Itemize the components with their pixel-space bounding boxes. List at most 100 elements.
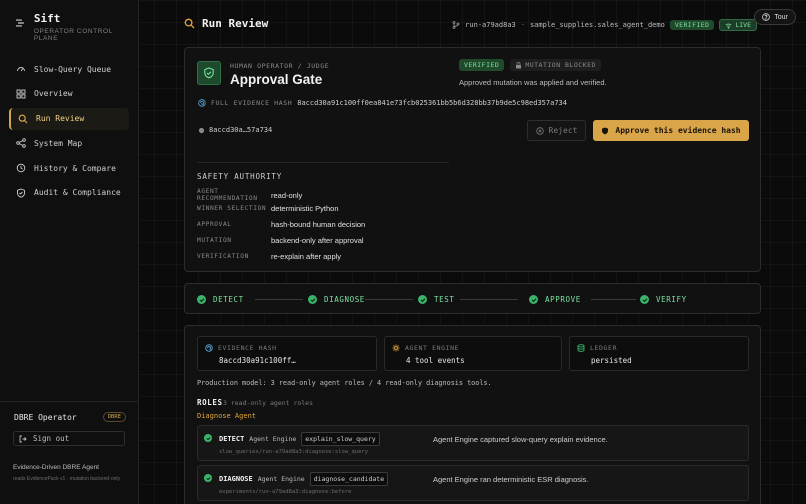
network-icon — [16, 138, 26, 149]
sidebar-nav: Slow-Query Queue Overview Run Review Sys… — [9, 58, 129, 207]
safety-key: AGENT RECOMMENDATION — [197, 188, 258, 202]
stage-label: APPROVE — [545, 295, 581, 304]
safety-authority-title: SAFETY AUTHORITY — [197, 172, 283, 181]
fingerprint-icon — [205, 344, 213, 352]
safety-row-winner-selection: WINNER SELECTION deterministic Python — [197, 204, 339, 213]
hash-dot-icon — [198, 127, 205, 133]
safety-value: deterministic Python — [271, 204, 339, 213]
agent-name: Diagnose Agent — [197, 412, 257, 420]
live-label: LIVE — [735, 21, 751, 29]
safety-value: backend-only after approval — [271, 236, 364, 245]
gate-eyebrow: HUMAN OPERATOR / JUDGE — [230, 62, 330, 70]
tour-label: Tour — [774, 13, 788, 21]
role-path: slow_queries/run-a79ad8a3:diagnose:slow_… — [219, 449, 369, 455]
check-circle-icon — [204, 434, 212, 442]
shield-icon — [17, 188, 25, 198]
safety-value: hash-bound human decision — [271, 220, 366, 229]
safety-value: re-explain after apply — [271, 252, 342, 261]
sidebar-item-label: Audit & Compliance — [34, 188, 121, 198]
agent-engine-card: AGENT ENGINE 4 tool events — [384, 336, 562, 371]
roles-subtitle: 3 read-only agent roles — [223, 399, 314, 407]
brand: Sift OPERATOR CONTROL PLANE — [14, 12, 138, 42]
verified-status-badge: VERIFIED — [459, 59, 505, 71]
sidebar-footer: DBRE Operator DBRE Sign out Evidence-Dri… — [0, 401, 139, 482]
lock-icon — [516, 61, 522, 68]
approve-button[interactable]: Approve this evidence hash — [593, 120, 749, 141]
safety-row-approval: APPROVAL hash-bound human decision — [197, 220, 365, 229]
role-description: Agent Engine captured slow-query explain… — [433, 435, 608, 444]
sift-logo-icon — [15, 19, 24, 27]
safety-row-verification: VERIFICATION re-explain after apply — [197, 252, 341, 261]
gauge-icon — [17, 67, 25, 72]
safety-key: VERIFICATION — [197, 253, 249, 260]
safety-key: WINNER SELECTION — [197, 205, 267, 212]
role-row-detect[interactable]: DETECT Agent Engine explain_slow_query s… — [197, 425, 749, 461]
agent-engine-label-row: AGENT ENGINE — [392, 344, 459, 352]
stage-connector — [255, 299, 303, 300]
sign-out-label: Sign out — [33, 434, 70, 443]
stage-verify[interactable]: VERIFY — [640, 284, 687, 315]
operator-role-badge: DBRE — [102, 412, 126, 422]
stage-test[interactable]: TEST — [418, 284, 454, 315]
stage-label: DIAGNOSE — [324, 295, 365, 304]
role-row-diagnose[interactable]: DIAGNOSE Agent Engine diagnose_candidate… — [197, 465, 749, 501]
check-circle-icon — [308, 295, 317, 304]
sidebar-item-slow-query-queue[interactable]: Slow-Query Queue — [9, 58, 129, 80]
shield-icon — [602, 127, 609, 134]
brand-name: Sift — [33, 12, 61, 25]
page-header: Run Review — [184, 17, 268, 30]
role-description: Agent Engine ran deterministic ESR diagn… — [433, 475, 589, 484]
ledger-label-row: LEDGER — [577, 344, 617, 352]
engine-icon — [392, 344, 400, 352]
sidebar-item-audit-compliance[interactable]: Audit & Compliance — [9, 182, 129, 204]
card-value: persisted — [591, 356, 632, 365]
check-circle-icon — [197, 295, 206, 304]
sidebar-item-label: Slow-Query Queue — [34, 64, 112, 74]
wifi-icon — [725, 23, 732, 29]
evidence-panel: EVIDENCE HASH 8accd30a91c100ff… AGENT EN… — [184, 325, 761, 504]
verified-badge: VERIFIED — [669, 20, 715, 30]
card-value: 4 tool events — [406, 356, 465, 365]
sidebar-item-label: History & Compare — [34, 163, 116, 173]
check-circle-icon — [418, 295, 427, 304]
card-value: 8accd30a91c100ff… — [219, 356, 296, 365]
short-hash: 8accd30a…57a734 — [198, 126, 272, 134]
evidence-hash-card: EVIDENCE HASH 8accd30a91c100ff… — [197, 336, 377, 371]
reject-button[interactable]: Reject — [527, 120, 586, 141]
check-circle-icon — [640, 295, 649, 304]
evidence-hash-label-row: EVIDENCE HASH — [205, 344, 277, 352]
pipeline-stepper: DETECT DIAGNOSE TEST APPROVE VERIFY — [184, 283, 761, 314]
role-stage: DIAGNOSE — [219, 475, 253, 483]
operator-name: DBRE Operator — [14, 412, 77, 422]
full-hash-label: FULL EVIDENCE HASH — [211, 99, 293, 107]
gate-status: VERIFIED MUTATION BLOCKED — [459, 59, 601, 71]
stage-label: TEST — [434, 295, 455, 304]
stage-connector — [460, 299, 518, 300]
check-circle-icon — [204, 474, 212, 482]
sidebar-item-label: Overview — [34, 89, 73, 99]
sidebar-item-system-map[interactable]: System Map — [9, 132, 129, 154]
safety-row-agent-recommendation: AGENT RECOMMENDATION read-only — [197, 188, 302, 202]
about-title: Evidence-Driven DBRE Agent — [13, 464, 99, 471]
roles-title: ROLES — [197, 398, 223, 407]
stage-diagnose[interactable]: DIAGNOSE — [308, 284, 365, 315]
live-badge: LIVE — [719, 19, 757, 31]
page-title: Run Review — [202, 17, 269, 30]
sidebar-item-overview[interactable]: Overview — [9, 83, 129, 105]
database-icon — [577, 344, 585, 352]
sidebar-item-label: Run Review — [36, 114, 85, 124]
mutation-blocked-badge: MUTATION BLOCKED — [510, 59, 601, 71]
reject-label: Reject — [548, 126, 578, 135]
tour-button[interactable]: Tour — [754, 9, 796, 25]
stage-approve[interactable]: APPROVE — [529, 284, 581, 315]
gate-title: Approval Gate — [230, 72, 323, 87]
sidebar-item-run-review[interactable]: Run Review — [9, 107, 129, 130]
separator-dot: · — [520, 21, 525, 29]
role-head: DETECT Agent Engine explain_slow_query — [219, 432, 380, 446]
short-hash-value: 8accd30a…57a734 — [209, 126, 273, 134]
sidebar-item-history-compare[interactable]: History & Compare — [9, 157, 129, 179]
sign-out-button[interactable]: Sign out — [13, 431, 125, 446]
magnifier-icon — [184, 18, 195, 29]
about-text: reads EvidencePack v1 · mutation backend… — [13, 476, 121, 482]
stage-detect[interactable]: DETECT — [197, 284, 244, 315]
